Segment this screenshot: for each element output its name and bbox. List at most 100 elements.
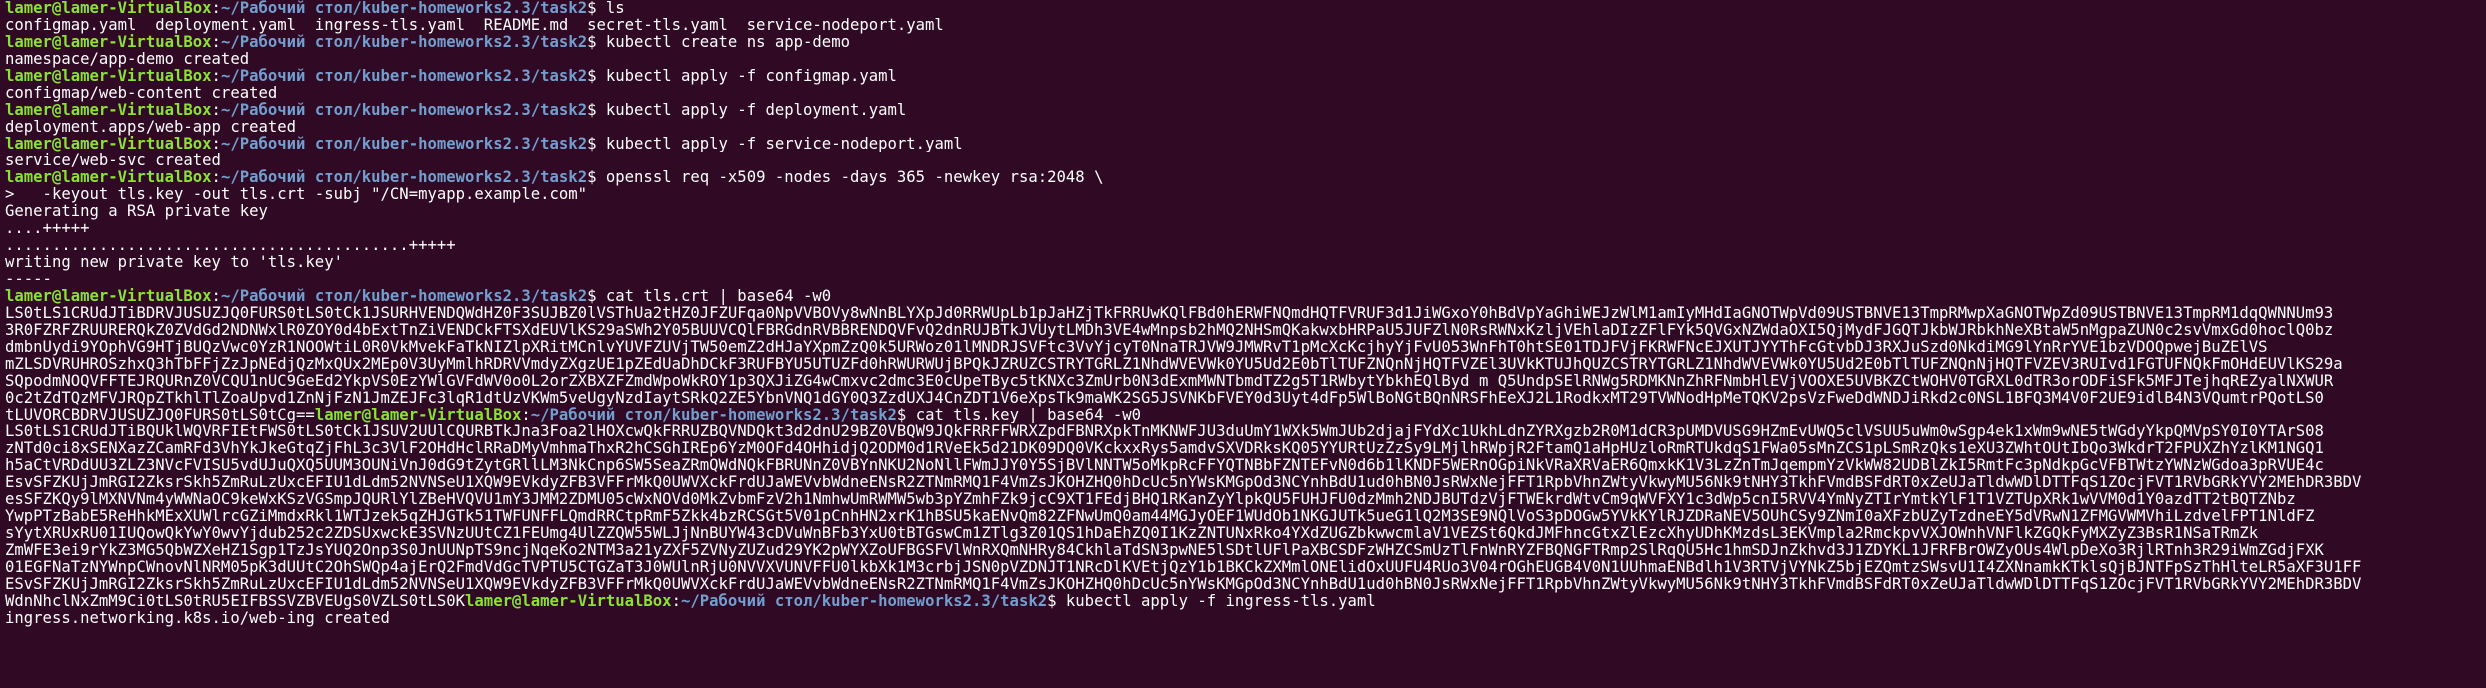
output-text: ----- <box>5 271 52 288</box>
command-text: kubectl create ns app-demo <box>605 33 850 51</box>
output-line: dmbnUydi9YOphVG9HTjBUQzVwc0YzR1NOOWtiL0R… <box>5 339 2483 356</box>
prompt-path: ~/Рабочий стол/kuber-homeworks2.3/task2 <box>220 0 588 17</box>
command-line: lamer@lamer-VirtualBox:~/Рабочий стол/ku… <box>5 102 2483 119</box>
output-text: ........................................… <box>5 237 456 255</box>
output-line: esSFZKQy9lMXNVNm4yWWNaOC9keWxKSzVGSmpJQU… <box>5 491 2483 508</box>
prompt-user: lamer@lamer-VirtualBox <box>5 101 212 119</box>
prompt-colon: : <box>671 592 681 610</box>
output-line: 0c2tZdTQzMFVJRQpZTkhlTlZoaUpvd1ZnNjFzN1J… <box>5 390 2483 407</box>
output-line: ZmWFE3ei9rYkZ3MG5QbWZXeHZ1Sgp1TzJsYUQ2On… <box>5 542 2483 559</box>
output-text: namespace/app-demo created <box>5 50 250 68</box>
output-line: EsvSFZKUjJmRGI2ZksrSkh5ZmRuLzUxcEFIU1dLd… <box>5 474 2483 491</box>
prompt-user: lamer@lamer-VirtualBox <box>465 592 672 610</box>
prompt-colon: : <box>211 101 221 119</box>
command-text: openssl req -x509 -nodes -days 365 -newk… <box>605 169 1104 187</box>
command-text: kubectl apply -f service-nodeport.yaml <box>605 135 963 153</box>
prompt-colon: : <box>521 406 531 424</box>
output-text: YwpPTzBabE5ReHhkMExXUWlrcGZiMmdxRkl1WTJz… <box>5 508 2315 526</box>
output-line: h5aCtVRDdUU3ZLZ3NVcFVISU5vdUJuQXQ5UUM3OU… <box>5 457 2483 474</box>
output-line: zNTd0ci8xSENXazZCamRFd3VhYkJkeGtqZjFhL3c… <box>5 440 2483 457</box>
command-text: cat tls.crt | base64 -w0 <box>605 287 832 305</box>
output-text: ingress.networking.k8s.io/web-ing create… <box>5 609 390 627</box>
output-text: deployment.apps/web-app created <box>5 118 297 136</box>
prompt-colon: : <box>211 0 221 17</box>
output-text: WdnNhclNxZmM9Ci0tLS0tRU5EIFBSSVZBVEUgS0V… <box>5 592 466 610</box>
command-text: kubectl apply -f ingress-tls.yaml <box>1065 592 1376 610</box>
prompt-user: lamer@lamer-VirtualBox <box>5 135 212 153</box>
prompt-user: lamer@lamer-VirtualBox <box>5 0 212 17</box>
output-line: tLUVORCBDRVJUSUZJQ0FURS0tLS0tCg==lamer@l… <box>5 407 2483 424</box>
output-text: Generating a RSA private key <box>5 203 268 221</box>
output-line: writing new private key to 'tls.key' <box>5 254 2483 271</box>
output-line: > -keyout tls.key -out tls.crt -subj "/C… <box>5 186 2483 203</box>
output-line: ....+++++ <box>5 220 2483 237</box>
output-line: LS0tLS1CRUdJTiBQUklWQVRFIEtFWS0tLS0tCk1J… <box>5 423 2483 440</box>
prompt-colon: : <box>211 135 221 153</box>
output-text: writing new private key to 'tls.key' <box>5 254 343 271</box>
output-line: 3R0FZRFZRUURERQkZ0ZVdGd2NDNWxlR0ZOY0d4bE… <box>5 322 2483 339</box>
output-text: configmap.yaml deployment.yaml ingress-t… <box>5 16 944 34</box>
command-line: lamer@lamer-VirtualBox:~/Рабочий стол/ku… <box>5 169 2483 186</box>
prompt-path: ~/Рабочий стол/kuber-homeworks2.3/task2 <box>530 406 897 424</box>
output-line: YwpPTzBabE5ReHhkMExXUWlrcGZiMmdxRkl1WTJz… <box>5 508 2483 525</box>
command-line: lamer@lamer-VirtualBox:~/Рабочий стол/ku… <box>5 136 2483 153</box>
output-text: 01EGFNaTzNYWnpCWnovNlNRM05pK3dUUtC2OhSWQ… <box>5 558 2362 576</box>
output-line: WdnNhclNxZmM9Ci0tLS0tRU5EIFBSSVZBVEUgS0V… <box>5 593 2483 610</box>
prompt-user: lamer@lamer-VirtualBox <box>314 406 522 424</box>
output-text: dmbnUydi9YOphVG9HTjBUQzVwc0YzR1NOOWtiL0R… <box>5 338 2268 356</box>
output-text: > -keyout tls.key -out tls.crt -subj "/C… <box>5 186 588 204</box>
terminal-window[interactable]: lamer@lamer-VirtualBox:~/Рабочий стол/ku… <box>5 0 2483 688</box>
command-text: kubectl apply -f configmap.yaml <box>605 67 897 85</box>
output-text: ESvSFZKUjJmRGI2ZksrSkh5ZmRuLzUxcEFIU1dLd… <box>5 575 2362 593</box>
prompt-symbol: $ <box>896 406 916 424</box>
prompt-colon: : <box>211 169 221 187</box>
output-line: namespace/app-demo created <box>5 51 2483 68</box>
output-text: zNTd0ci8xSENXazZCamRFd3VhYkJkeGtqZjFhL3c… <box>5 440 2324 458</box>
prompt-path: ~/Рабочий стол/kuber-homeworks2.3/task2 <box>220 33 588 51</box>
prompt-user: lamer@lamer-VirtualBox <box>5 287 212 305</box>
command-line: lamer@lamer-VirtualBox:~/Рабочий стол/ku… <box>5 34 2483 51</box>
prompt-path: ~/Рабочий стол/kuber-homeworks2.3/task2 <box>220 101 588 119</box>
prompt-path: ~/Рабочий стол/kuber-homeworks2.3/task2 <box>220 287 588 305</box>
output-line: sYytXRUxRU01IUQowQkYwY0wvYjdub252c2ZDSUx… <box>5 525 2483 542</box>
output-line: ESvSFZKUjJmRGI2ZksrSkh5ZmRuLzUxcEFIU1dLd… <box>5 576 2483 593</box>
prompt-colon: : <box>211 33 221 51</box>
prompt-user: lamer@lamer-VirtualBox <box>5 169 212 187</box>
command-text: ls <box>605 0 625 17</box>
output-line: SQpodmNOQVFFTEJRQURnZ0VCQU1nUC9GeEd2YkpV… <box>5 373 2483 390</box>
output-line: configmap/web-content created <box>5 85 2483 102</box>
output-line: LS0tLS1CRUdJTiBDRVJUSUZJQ0FURS0tLS0tCk1J… <box>5 305 2483 322</box>
prompt-symbol: $ <box>587 33 606 51</box>
command-text: cat tls.key | base64 -w0 <box>915 406 1142 424</box>
output-line: mZLSDVRUHROSzhxQ3hTbFFjZzJpNEdjQzMxQUx2M… <box>5 356 2483 373</box>
prompt-symbol: $ <box>587 135 606 153</box>
output-line: ........................................… <box>5 237 2483 254</box>
prompt-user: lamer@lamer-VirtualBox <box>5 67 212 85</box>
output-text: h5aCtVRDdUU3ZLZ3NVcFVISU5vdUJuQXQ5UUM3OU… <box>5 457 2324 475</box>
output-text: mZLSDVRUHROSzhxQ3hTbFFjZzJpNEdjQzMxQUx2M… <box>5 355 2343 373</box>
output-text: service/web-svc created <box>5 152 221 170</box>
output-line: Generating a RSA private key <box>5 203 2483 220</box>
output-text: 0c2tZdTQzMFVJRQpZTkhlTlZoaUpvd1ZnNjFzN1J… <box>5 389 2324 407</box>
output-line: ingress.networking.k8s.io/web-ing create… <box>5 610 2483 627</box>
prompt-user: lamer@lamer-VirtualBox <box>5 33 212 51</box>
output-text: tLUVORCBDRVJUSUZJQ0FURS0tLS0tCg== <box>5 406 315 424</box>
output-text: esSFZKQy9lMXNVNm4yWWNaOC9keWxKSzVGSmpJQU… <box>5 491 2296 509</box>
prompt-symbol: $ <box>587 169 606 187</box>
output-line: deployment.apps/web-app created <box>5 119 2483 136</box>
output-text: LS0tLS1CRUdJTiBDRVJUSUZJQ0FURS0tLS0tCk1J… <box>5 304 2334 322</box>
output-text: sYytXRUxRU01IUQowQkYwY0wvYjdub252c2ZDSUx… <box>5 525 2259 542</box>
prompt-path: ~/Рабочий стол/kuber-homeworks2.3/task2 <box>220 67 588 85</box>
output-line: service/web-svc created <box>5 152 2483 169</box>
prompt-symbol: $ <box>587 101 606 119</box>
output-text: EsvSFZKUjJmRGI2ZksrSkh5ZmRuLzUxcEFIU1dLd… <box>5 474 2362 492</box>
prompt-colon: : <box>211 287 221 305</box>
command-line: lamer@lamer-VirtualBox:~/Рабочий стол/ku… <box>5 0 2483 17</box>
output-line: configmap.yaml deployment.yaml ingress-t… <box>5 17 2483 34</box>
prompt-path: ~/Рабочий стол/kuber-homeworks2.3/task2 <box>220 169 588 187</box>
prompt-path: ~/Рабочий стол/kuber-homeworks2.3/task2 <box>680 592 1048 610</box>
output-text: ZmWFE3ei9rYkZ3MG5QbWZXeHZ1Sgp1TzJsYUQ2On… <box>5 542 2324 559</box>
prompt-symbol: $ <box>587 67 606 85</box>
prompt-symbol: $ <box>587 287 606 305</box>
output-text: LS0tLS1CRUdJTiBQUklWQVRFIEtFWS0tLS0tCk1J… <box>5 423 2324 441</box>
